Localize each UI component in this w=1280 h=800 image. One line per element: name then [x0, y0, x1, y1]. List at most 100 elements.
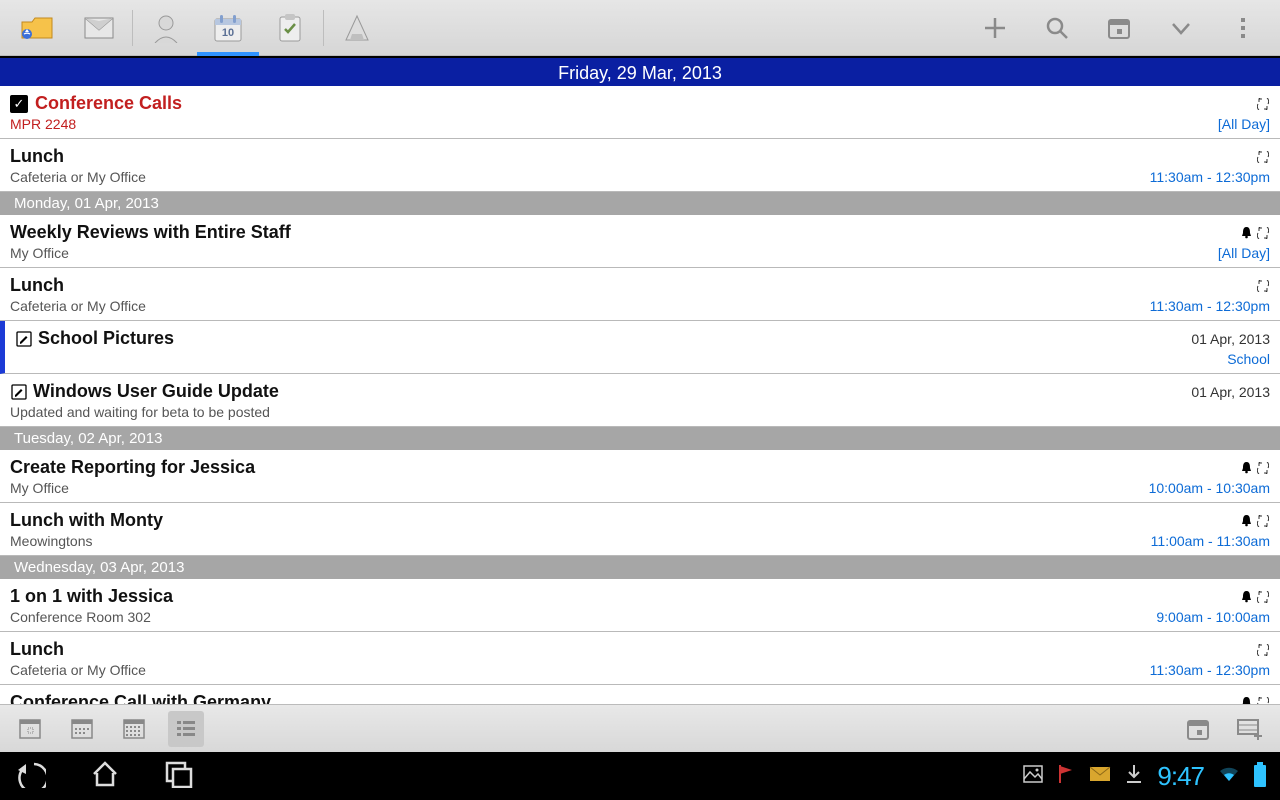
recurring-icon — [1256, 643, 1270, 657]
recents-button[interactable] — [164, 760, 194, 793]
event-title: 1 on 1 with Jessica — [10, 586, 173, 607]
goto-date-button[interactable] — [1180, 711, 1216, 747]
agenda-view-button[interactable] — [168, 711, 204, 747]
reminder-icon — [1239, 696, 1253, 705]
home-button[interactable] — [90, 760, 120, 793]
event-location: Cafeteria or My Office — [10, 169, 146, 185]
event-title: Create Reporting for Jessica — [10, 457, 255, 478]
event-title: Conference Calls — [35, 93, 182, 114]
event-title: School Pictures — [38, 328, 174, 349]
day-header: Tuesday, 02 Apr, 2013 — [0, 427, 1280, 450]
recurring-icon — [1256, 461, 1270, 475]
event-indicators — [1256, 150, 1270, 164]
event-location: MPR 2248 — [10, 116, 76, 132]
event-location: Updated and waiting for beta to be poste… — [10, 404, 270, 420]
event-indicators — [1256, 97, 1270, 111]
event-row[interactable]: Conference Call with Germany — [0, 685, 1280, 704]
android-nav-bar: 9:47 — [0, 752, 1280, 800]
reminder-icon — [1239, 514, 1253, 528]
event-location: Meowingtons — [10, 533, 93, 549]
event-row[interactable]: LunchCafeteria or My Office11:30am - 12:… — [0, 632, 1280, 685]
event-row[interactable]: Windows User Guide Update 01 Apr, 2013 Upd… — [0, 374, 1280, 427]
status-tray[interactable]: 9:47 — [1023, 761, 1266, 792]
recurring-icon — [1256, 279, 1270, 293]
goto-today-button[interactable] — [1088, 0, 1150, 56]
tasks-tab[interactable] — [259, 0, 321, 56]
event-time: 11:00am - 11:30am — [1151, 533, 1270, 549]
event-row[interactable]: LunchCafeteria or My Office11:30am - 12:… — [0, 139, 1280, 192]
event-time: 9:00am - 10:00am — [1156, 609, 1270, 625]
event-title: Weekly Reviews with Entire Staff — [10, 222, 291, 243]
recurring-icon — [1256, 226, 1270, 240]
reminder-icon — [1239, 461, 1253, 475]
week-view-button[interactable] — [64, 711, 100, 747]
recurring-icon — [1256, 514, 1270, 528]
search-button[interactable] — [1026, 0, 1088, 56]
event-location: Conference Room 302 — [10, 609, 151, 625]
svg-text:10: 10 — [222, 27, 234, 39]
event-row[interactable]: Create Reporting for JessicaMy Office10:… — [0, 450, 1280, 503]
folders-tab[interactable] — [6, 0, 68, 56]
event-row[interactable]: 1 on 1 with Jessica Conference Room 302 9:… — [0, 579, 1280, 632]
checkbox-icon[interactable]: ✓ — [10, 95, 28, 113]
calendar-tab[interactable]: 10 — [197, 0, 259, 56]
event-indicators: 01 Apr, 2013 — [1191, 331, 1270, 347]
event-title: Lunch — [10, 275, 64, 296]
add-button[interactable] — [964, 0, 1026, 56]
event-category: School — [1227, 351, 1270, 367]
mail-tab[interactable] — [68, 0, 130, 56]
battery-icon — [1254, 765, 1266, 787]
current-date-header: Friday, 29 Mar, 2013 — [0, 56, 1280, 86]
event-location: My Office — [10, 245, 69, 261]
recurring-icon — [1256, 590, 1270, 604]
event-indicators — [1239, 461, 1270, 475]
event-time: 11:30am - 12:30pm — [1150, 662, 1270, 678]
picture-icon — [1023, 765, 1043, 788]
recurring-icon — [1256, 97, 1270, 111]
dropdown-button[interactable] — [1150, 0, 1212, 56]
event-indicators — [1239, 226, 1270, 240]
event-title: Lunch — [10, 146, 64, 167]
event-title: Windows User Guide Update — [33, 381, 279, 402]
day-header: Wednesday, 03 Apr, 2013 — [0, 556, 1280, 579]
task-icon — [10, 383, 28, 401]
event-location: Cafeteria or My Office — [10, 298, 146, 314]
notes-tab[interactable] — [326, 0, 388, 56]
flag-icon — [1057, 764, 1075, 789]
event-row[interactable]: ✓ Conference Calls MPR 2248 [All Day] — [0, 86, 1280, 139]
event-date: 01 Apr, 2013 — [1191, 331, 1270, 347]
event-row[interactable]: Lunch with Monty Meowingtons 11:00am - 11:… — [0, 503, 1280, 556]
event-row[interactable]: Lunch Cafeteria or My Office 11:30am - 12:… — [0, 268, 1280, 321]
event-location: My Office — [10, 480, 69, 496]
status-clock: 9:47 — [1157, 761, 1204, 792]
event-title: Conference Call with Germany — [10, 692, 271, 704]
day-header: Monday, 01 Apr, 2013 — [0, 192, 1280, 215]
day-view-button[interactable] — [12, 711, 48, 747]
task-icon — [15, 330, 33, 348]
event-time: 11:30am - 12:30pm — [1150, 298, 1270, 314]
event-row[interactable]: Weekly Reviews with Entire Staff My Offic… — [0, 215, 1280, 268]
event-indicators — [1256, 643, 1270, 657]
overflow-menu-button[interactable] — [1212, 0, 1274, 56]
agenda-list[interactable]: ✓ Conference Calls MPR 2248 [All Day] Lunch C… — [0, 86, 1280, 704]
new-event-button[interactable] — [1232, 711, 1268, 747]
top-toolbar: 10 — [0, 0, 1280, 56]
event-time: [All Day] — [1218, 245, 1270, 261]
bottom-toolbar — [0, 704, 1280, 752]
month-view-button[interactable] — [116, 711, 152, 747]
recurring-icon — [1256, 696, 1270, 705]
event-time: [All Day] — [1218, 116, 1270, 132]
event-indicators — [1239, 514, 1270, 528]
wifi-icon — [1218, 765, 1240, 788]
recurring-icon — [1256, 150, 1270, 164]
event-title: Lunch with Monty — [10, 510, 163, 531]
back-button[interactable] — [14, 760, 46, 793]
contacts-tab[interactable] — [135, 0, 197, 56]
event-row[interactable]: School Pictures 01 Apr, 2013 School — [0, 321, 1280, 374]
event-location: Cafeteria or My Office — [10, 662, 146, 678]
mail-notification-icon — [1089, 766, 1111, 787]
event-indicators — [1239, 696, 1270, 705]
download-icon — [1125, 764, 1143, 789]
event-indicators: 01 Apr, 2013 — [1191, 384, 1270, 400]
event-date: 01 Apr, 2013 — [1191, 384, 1270, 400]
